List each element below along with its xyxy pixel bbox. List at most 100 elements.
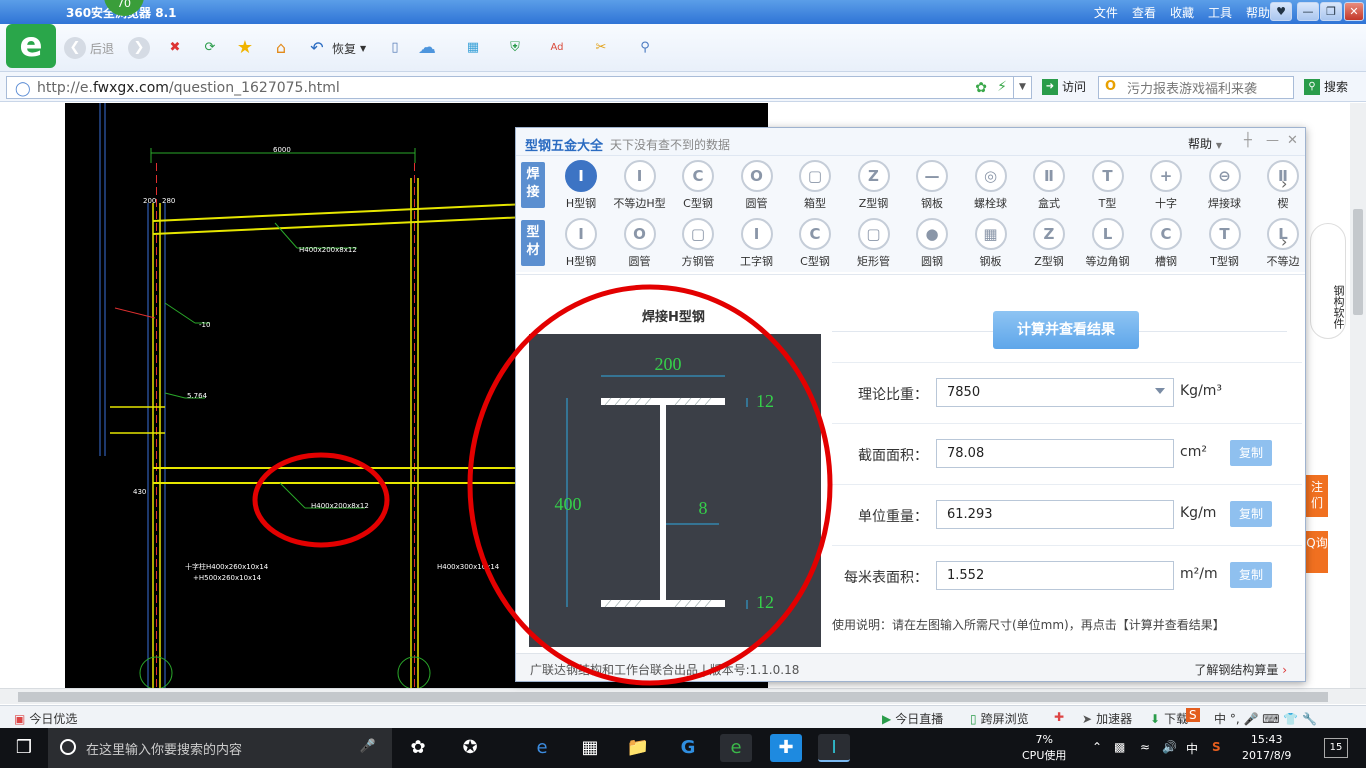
windows-start-icon[interactable]: ❒ [0, 728, 48, 768]
360-browser-taskbar-icon[interactable]: e [720, 734, 752, 762]
download-button[interactable]: ⬇ 下载 [1150, 710, 1188, 727]
accelerator-button[interactable]: ➤ 加速器 [1082, 710, 1132, 727]
profile-category-item[interactable]: ▢ 矩形管 [845, 218, 903, 269]
home-button[interactable]: ⌂ [270, 36, 292, 60]
density-select[interactable]: 7850 [936, 378, 1174, 407]
welded-category-item[interactable]: ▢ 箱型 [786, 160, 844, 211]
today-picks[interactable]: ▣ 今日优选 [14, 710, 77, 727]
menu-tools[interactable]: 工具 [1208, 4, 1232, 21]
visit-button[interactable]: ➜ 访问 [1042, 78, 1086, 95]
teamviewer-icon[interactable]: ✚ [770, 734, 802, 762]
refresh-button[interactable]: ⟳ [199, 36, 221, 60]
wifi-icon[interactable]: ≈ [1140, 740, 1150, 754]
store-icon[interactable]: ▦ [574, 734, 606, 762]
help-icon[interactable]: ✚ [1054, 710, 1064, 724]
task-view-icon[interactable]: ✿ [402, 734, 434, 762]
welded-category-item[interactable]: ◎ 螺栓球 [962, 160, 1020, 211]
horizontal-scrollbar[interactable] [0, 688, 1366, 704]
forward-button[interactable]: ❯ [128, 36, 150, 60]
welded-category-item[interactable]: + 十字 [1137, 160, 1195, 211]
browser-logo-icon[interactable]: e [6, 24, 56, 68]
weight-field[interactable]: 61.293 [936, 500, 1174, 529]
menu-file[interactable]: 文件 [1094, 4, 1118, 21]
url-input[interactable]: ◯ http://e. fwxgx.com/question_1627075.ht… [6, 76, 1032, 99]
dialog-close-icon[interactable]: ✕ [1287, 133, 1298, 148]
close-button[interactable]: ✕ [1344, 2, 1364, 21]
pin-icon[interactable]: ┼ [1244, 133, 1252, 148]
file-explorer-icon[interactable]: 📁 [622, 734, 654, 762]
scroll-right-icon[interactable]: › [1281, 232, 1287, 251]
back-button[interactable]: ❮ 后退 [64, 36, 114, 60]
favorite-button[interactable]: ★ [234, 36, 256, 60]
network-icon[interactable]: ▩ [1114, 740, 1125, 754]
ime-toolbar[interactable]: 中 °, 🎤 ⌨ 👕 🔧 [1214, 710, 1317, 727]
minimize-button[interactable]: — [1297, 2, 1319, 21]
sogou-tray-icon[interactable]: S [1212, 740, 1221, 754]
tray-expand-icon[interactable]: ⌃ [1092, 740, 1102, 754]
edge-browser-icon[interactable]: e [526, 734, 558, 762]
taskbar-search-input[interactable]: 在这里输入你要搜索的内容 🎤 [48, 728, 392, 768]
welded-category-item[interactable]: ⊖ 焊接球 [1196, 160, 1254, 211]
url-dropdown-icon[interactable]: ▼ [1013, 77, 1031, 98]
menu-view[interactable]: 查看 [1132, 4, 1156, 21]
menu-favorites[interactable]: 收藏 [1170, 4, 1194, 21]
search-button[interactable]: ⚲ 搜索 [1304, 78, 1348, 95]
welded-category-item[interactable]: — 钢板 [903, 160, 961, 211]
profile-category-item[interactable]: Z Z型钢 [1020, 218, 1078, 269]
glodon-app-icon[interactable]: G [672, 734, 704, 762]
welded-category-item[interactable]: O 圆管 [728, 160, 786, 211]
stop-button[interactable]: ✖ [164, 36, 186, 60]
welded-category-item[interactable]: I 不等边H型 [611, 160, 669, 211]
ime-indicator[interactable]: 中 [1186, 740, 1198, 757]
security-button[interactable]: ⛨ [504, 36, 526, 60]
menu-help[interactable]: 帮助 [1246, 4, 1270, 21]
search-input[interactable]: O 污力报表游戏福利来袭 [1098, 76, 1294, 99]
vertical-scrollbar[interactable] [1350, 103, 1366, 688]
find-button[interactable]: ⚲ [634, 36, 656, 60]
welded-category-item[interactable]: C C型钢 [669, 160, 727, 211]
dialog-minimize-icon[interactable]: — [1266, 133, 1279, 148]
welded-category-item[interactable]: Ⅱ 盒式 [1020, 160, 1078, 211]
profile-category-item[interactable]: I 工字钢 [728, 218, 786, 269]
search-engine-icon[interactable]: O [1105, 79, 1116, 94]
profile-category-item[interactable]: O 圆管 [611, 218, 669, 269]
notification-center-icon[interactable]: 15 [1324, 738, 1348, 758]
mascot-badge[interactable]: 钢构软件 [1310, 223, 1346, 339]
profile-category-item[interactable]: C 槽钢 [1137, 218, 1195, 269]
live-button[interactable]: ▶ 今日直播 [882, 710, 943, 727]
steel-calculator-taskbar-icon[interactable]: I [818, 734, 850, 762]
dialog-help-menu[interactable]: 帮助 ▼ [1188, 135, 1222, 152]
speed-mode-icon[interactable]: ⚡ [997, 79, 1007, 95]
compat-icon[interactable]: ✿ [975, 80, 987, 96]
skin-icon[interactable]: ♥ [1270, 2, 1292, 21]
side-button-1[interactable]: 注们 [1306, 475, 1328, 517]
copy-surface-button[interactable]: 复制 [1230, 562, 1272, 588]
cross-screen-button[interactable]: ▯ 跨屏浏览 [970, 710, 1029, 727]
profile-category-item[interactable]: ▢ 方钢管 [669, 218, 727, 269]
profile-category-item[interactable]: T T型钢 [1196, 218, 1254, 269]
phone-button[interactable]: ▯ [384, 36, 406, 60]
side-button-2[interactable]: Q询 [1306, 531, 1328, 573]
area-field[interactable]: 78.08 [936, 439, 1174, 468]
learn-more-link[interactable]: 了解钢结构算量 › [1194, 661, 1287, 678]
vertical-scroll-thumb[interactable] [1353, 209, 1363, 315]
volume-icon[interactable]: 🔊 [1162, 740, 1177, 754]
profile-category-item[interactable]: C C型钢 [786, 218, 844, 269]
copy-area-button[interactable]: 复制 [1230, 440, 1272, 466]
welded-category-item[interactable]: I H型钢 [552, 160, 610, 211]
app-icon[interactable]: ✪ [454, 734, 486, 762]
welded-category-item[interactable]: Z Z型钢 [845, 160, 903, 211]
horizontal-scroll-thumb[interactable] [18, 692, 1328, 702]
apps-button[interactable]: ▦ [462, 36, 484, 60]
maximize-button[interactable]: ❐ [1320, 2, 1342, 21]
cloud-button[interactable]: ☁ [416, 36, 438, 60]
adblock-button[interactable]: Ad [546, 36, 568, 60]
profile-category-item[interactable]: ● 圆钢 [903, 218, 961, 269]
profile-category-item[interactable]: ▦ 钢板 [962, 218, 1020, 269]
restore-button[interactable]: ↶ 恢复 ▼ [306, 36, 366, 60]
sogou-ime-icon[interactable]: S [1186, 708, 1200, 722]
screenshot-button[interactable]: ✂ [590, 36, 612, 60]
welded-category-item[interactable]: T T型 [1079, 160, 1137, 211]
calculate-button[interactable]: 计算并查看结果 [993, 311, 1139, 349]
profile-category-item[interactable]: I H型钢 [552, 218, 610, 269]
